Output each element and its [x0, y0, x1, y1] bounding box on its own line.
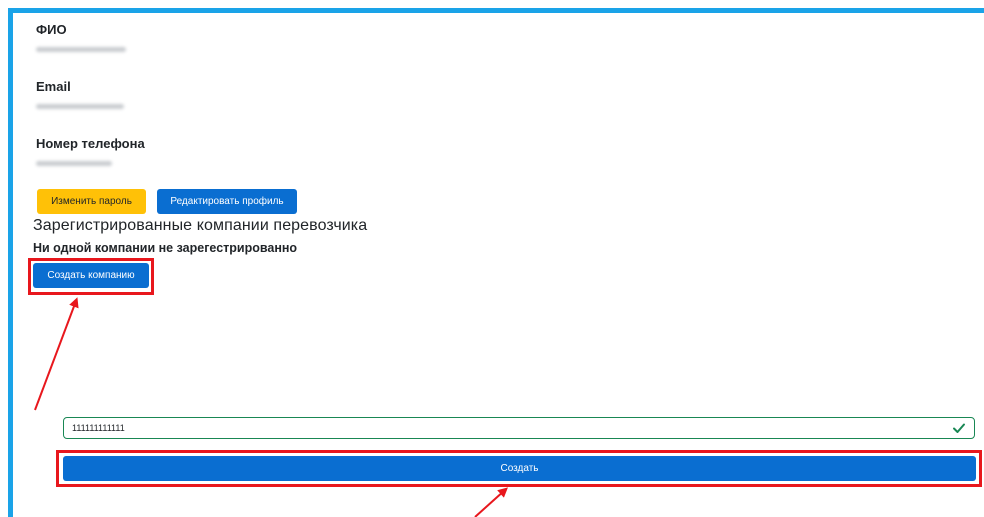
- arrow-to-create-company: [34, 297, 79, 411]
- arrow-to-submit: [474, 487, 508, 517]
- annotation-arrows: [34, 297, 508, 517]
